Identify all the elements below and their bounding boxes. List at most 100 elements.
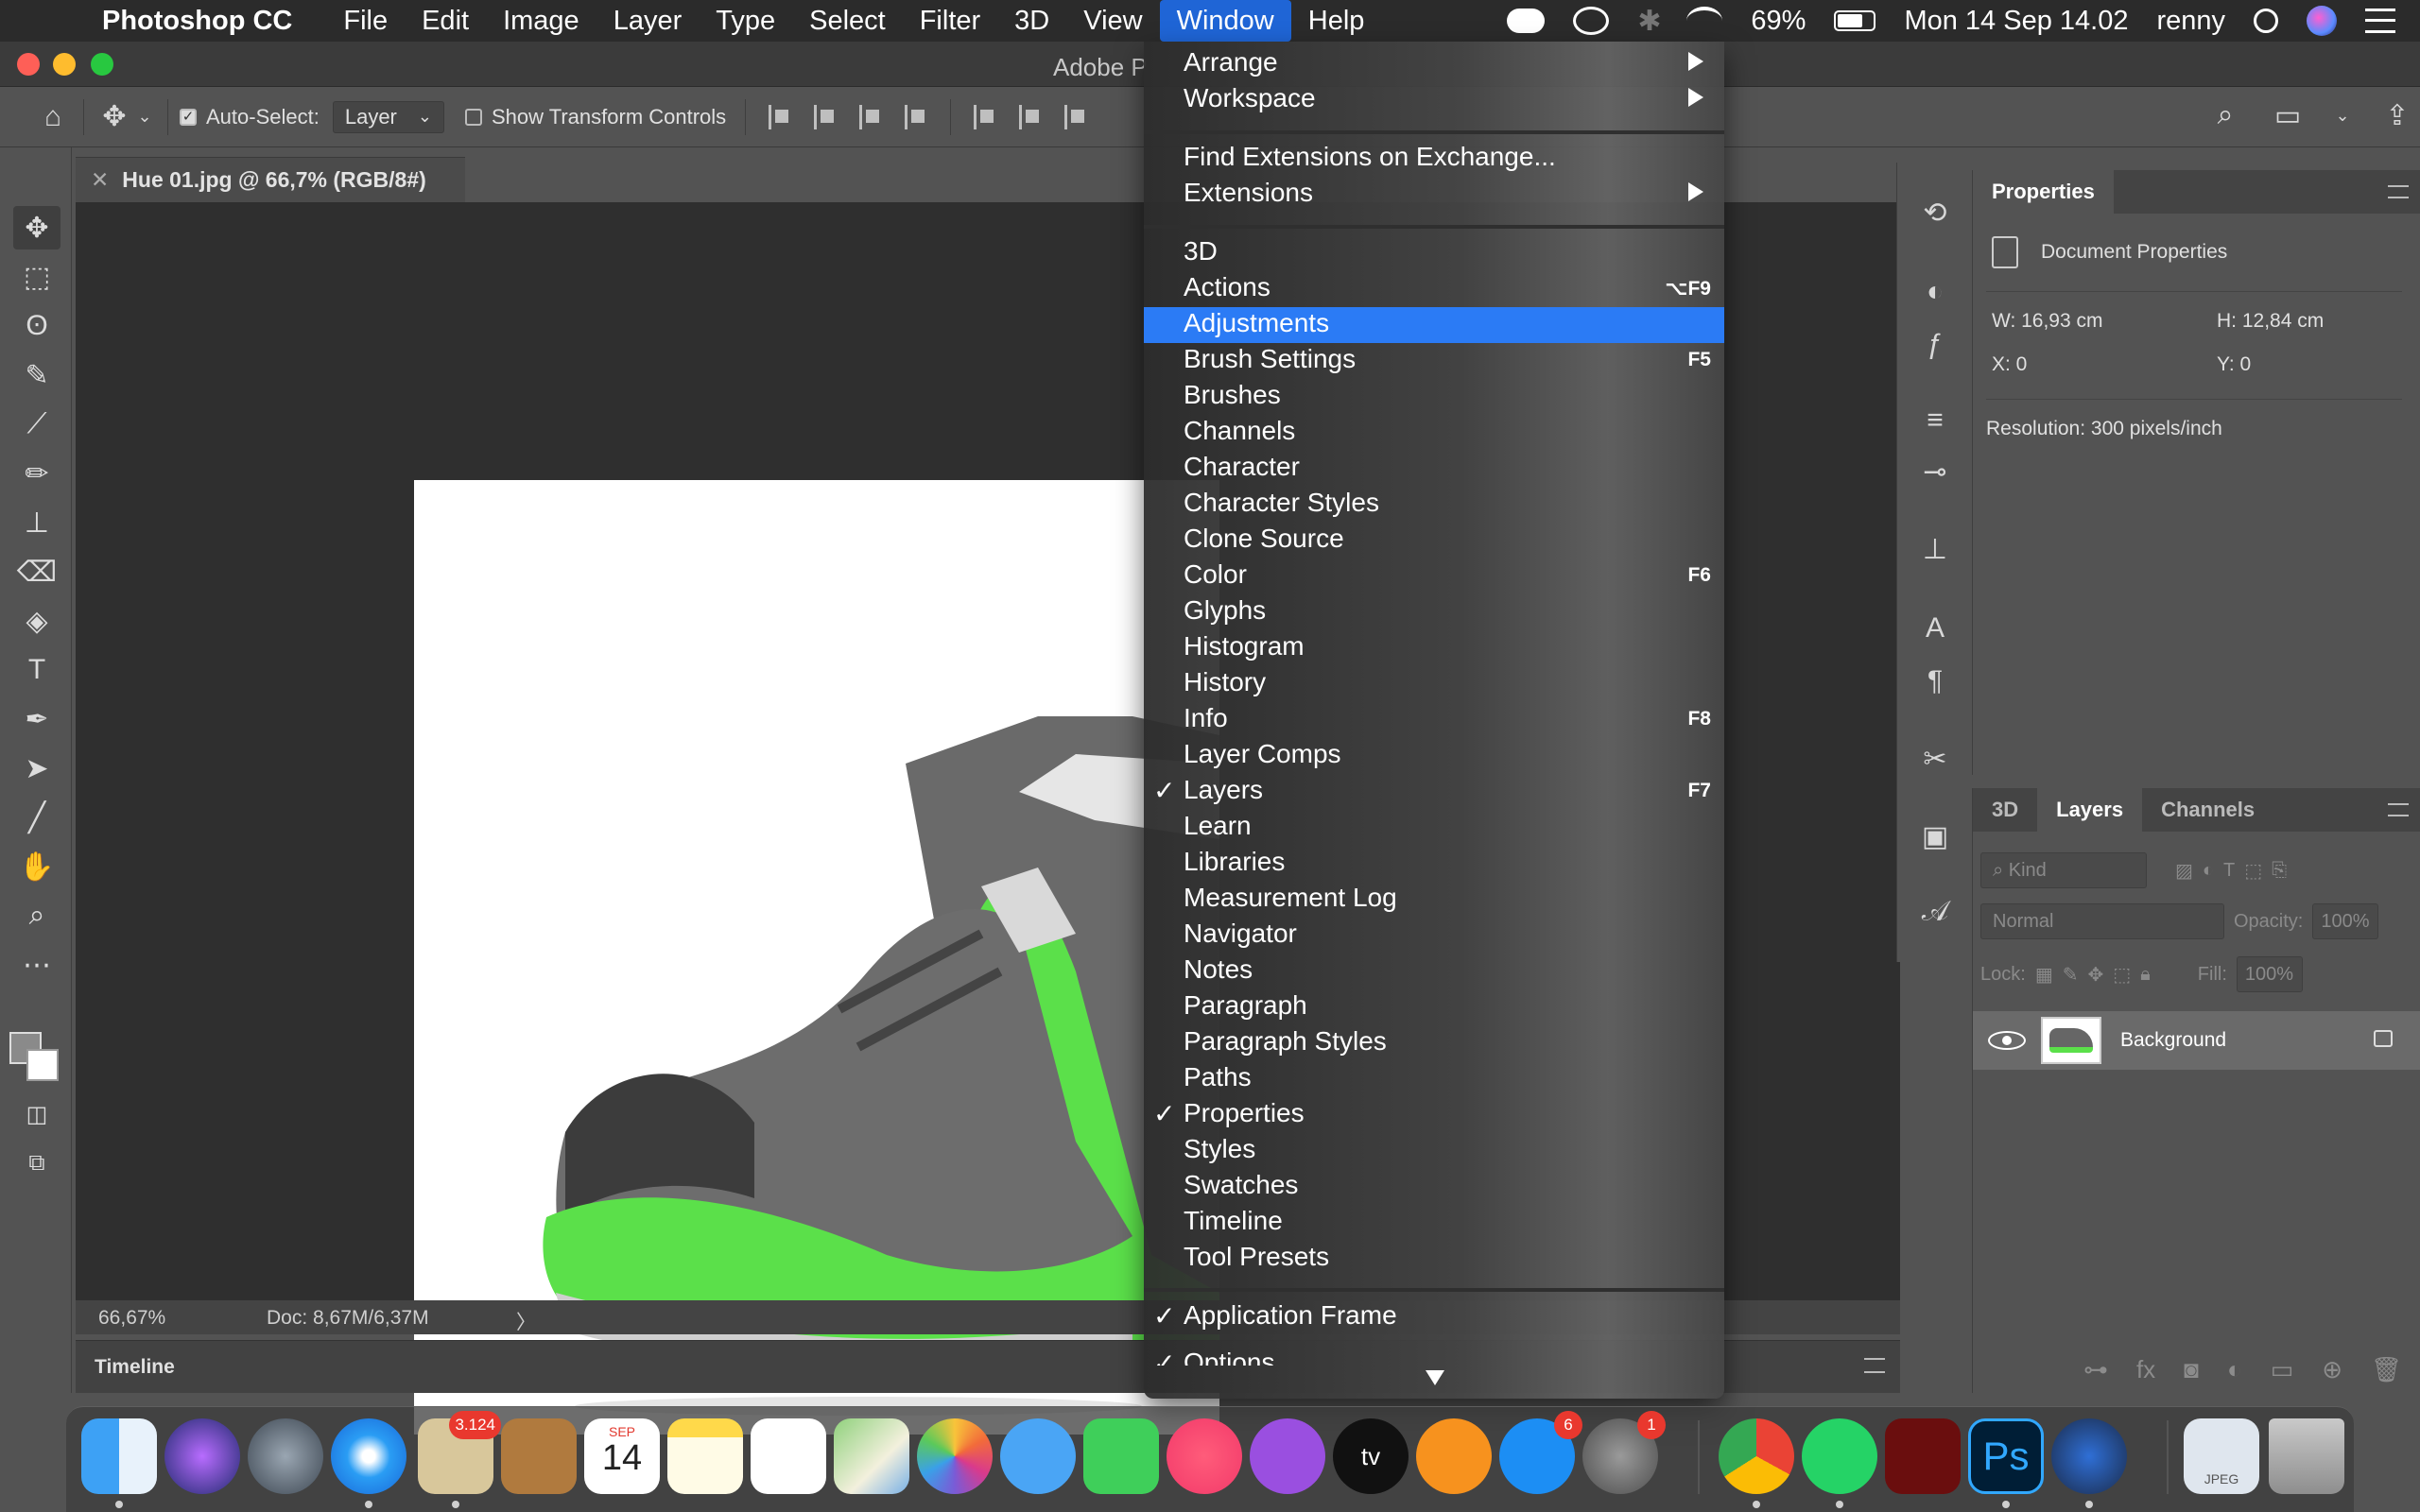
menu-item-clone-source[interactable]: Clone Source — [1144, 523, 1724, 558]
filter-shape-icon[interactable]: ⬚ — [2244, 859, 2262, 883]
trash-icon[interactable] — [2269, 1418, 2344, 1494]
menu-image[interactable]: Image — [486, 0, 596, 42]
menu-item-styles[interactable]: Styles — [1144, 1133, 1724, 1169]
notification-center-icon[interactable] — [2365, 9, 2395, 33]
window-close-button[interactable] — [17, 53, 40, 76]
align-bottom-icon[interactable] — [1064, 104, 1087, 129]
app-menu-photoshop[interactable]: Photoshop CC — [102, 6, 292, 37]
menu-item-histogram[interactable]: Histogram — [1144, 630, 1724, 666]
link-layers-icon[interactable]: ⊶ — [2083, 1355, 2108, 1393]
menu-item-channels[interactable]: Channels — [1144, 415, 1724, 451]
blend-mode-dropdown[interactable]: Normal — [1980, 903, 2224, 939]
launchpad-icon[interactable] — [248, 1418, 323, 1494]
menu-view[interactable]: View — [1066, 0, 1159, 42]
finder-icon[interactable] — [81, 1418, 157, 1494]
character-panel-icon[interactable]: A — [1916, 612, 1954, 650]
workspace-icon[interactable]: ▭ — [2269, 96, 2307, 134]
panel-menu-icon[interactable] — [2388, 803, 2409, 816]
clone-stamp-icon[interactable]: ⊥ — [13, 501, 60, 544]
brush-icon[interactable]: ✏ — [13, 452, 60, 495]
chevron-down-icon[interactable]: ⌄ — [133, 98, 156, 136]
menu-scroll-down-icon[interactable] — [1426, 1370, 1444, 1385]
x-value[interactable]: X: 0 — [1992, 353, 2027, 376]
document-canvas[interactable] — [414, 480, 1219, 1435]
clone-source-panel-icon[interactable]: ⊥ — [1916, 533, 1954, 571]
tab-properties[interactable]: Properties — [1973, 170, 2114, 214]
line-tool-icon[interactable]: ╱ — [13, 796, 60, 839]
search-icon[interactable]: ⌕ — [2206, 96, 2244, 134]
battery-icon[interactable] — [1834, 10, 1876, 31]
menu-item-3d[interactable]: 3D — [1144, 235, 1724, 271]
creative-cloud-sync-icon[interactable] — [1507, 9, 1546, 33]
home-icon[interactable]: ⌂ — [34, 98, 72, 136]
adjustments-panel-icon[interactable]: ◐ — [1916, 276, 1954, 314]
lock-pixels-icon[interactable]: ✎ — [2063, 963, 2079, 987]
menu-item-find-extensions[interactable]: Find Extensions on Exchange... — [1144, 141, 1724, 177]
filter-smart-object-icon[interactable]: ⎘ — [2272, 860, 2287, 882]
close-icon[interactable]: ✕ — [91, 167, 109, 193]
menu-item-character-styles[interactable]: Character Styles — [1144, 487, 1724, 523]
new-group-icon[interactable]: ▭ — [2271, 1355, 2294, 1393]
photoshop-icon[interactable]: Ps — [1968, 1418, 2044, 1494]
filter-type-icon[interactable]: T — [2223, 860, 2235, 882]
background-color-swatch[interactable] — [26, 1049, 59, 1081]
lock-artboard-icon[interactable]: ⬚ — [2113, 963, 2131, 987]
new-adjustment-layer-icon[interactable]: ◐ — [2227, 1355, 2242, 1393]
menu-window[interactable]: Window — [1159, 0, 1291, 42]
align-right-icon[interactable] — [859, 104, 882, 129]
music-icon[interactable] — [1167, 1418, 1242, 1494]
menu-item-adjustments[interactable]: Adjustments — [1144, 307, 1724, 343]
zoom-tool-icon[interactable]: ⌕ — [13, 894, 60, 937]
menu-item-navigator[interactable]: Navigator — [1144, 918, 1724, 954]
menu-item-color[interactable]: Color F6 — [1144, 558, 1724, 594]
filter-adjustment-icon[interactable]: ◐ — [2203, 860, 2214, 882]
screen-mode-icon[interactable]: ⧉ — [13, 1142, 60, 1185]
trash-icon[interactable]: 🗑︎ — [2371, 1355, 2402, 1393]
user-name[interactable]: renny — [2156, 6, 2225, 37]
distribute-vertical-icon[interactable] — [905, 104, 927, 129]
menu-edit[interactable]: Edit — [405, 0, 486, 42]
photos-icon[interactable] — [917, 1418, 993, 1494]
whatsapp-icon[interactable] — [1802, 1418, 1877, 1494]
quick-mask-icon[interactable]: ◫ — [13, 1092, 60, 1136]
podcasts-icon[interactable] — [1250, 1418, 1325, 1494]
bluetooth-icon[interactable]: ✱ — [1637, 5, 1661, 38]
layer-name[interactable]: Background — [2120, 1029, 2226, 1052]
show-transform-controls-checkbox[interactable] — [464, 108, 482, 126]
lock-position-icon[interactable]: ✥ — [2087, 963, 2103, 987]
add-mask-icon[interactable]: ◙ — [2184, 1355, 2199, 1393]
menu-item-brushes[interactable]: Brushes — [1144, 379, 1724, 415]
rectangular-marquee-icon[interactable]: ⬚ — [13, 255, 60, 299]
menu-item-info[interactable]: Info F8 — [1144, 702, 1724, 738]
system-preferences-icon[interactable]: 1 — [1582, 1411, 1666, 1494]
menu-item-timeline[interactable]: Timeline — [1144, 1205, 1724, 1241]
menu-help[interactable]: Help — [1291, 0, 1382, 42]
menu-layer[interactable]: Layer — [596, 0, 700, 42]
messages-icon[interactable] — [1000, 1418, 1076, 1494]
status-expand-icon[interactable]: 〉 — [516, 1307, 536, 1335]
auto-select-dropdown[interactable]: Layer ⌄ — [332, 100, 444, 133]
eyedropper-icon[interactable]: ⟋ — [13, 403, 60, 446]
books-icon[interactable] — [1416, 1418, 1492, 1494]
lock-transparent-icon[interactable]: ▦ — [2035, 963, 2053, 987]
fill-field[interactable]: 100% — [2236, 956, 2303, 992]
menu-type[interactable]: Type — [699, 0, 792, 42]
reminders-icon[interactable] — [751, 1418, 826, 1494]
quick-selection-icon[interactable]: ✎ — [13, 353, 60, 397]
y-value[interactable]: Y: 0 — [2217, 353, 2251, 376]
tool-presets-panel-icon[interactable]: ✂ — [1916, 743, 1954, 781]
clock[interactable]: Mon 14 Sep 14.02 — [1904, 6, 2128, 37]
height-value[interactable]: H: 12,84 cm — [2217, 310, 2324, 333]
document-size-info[interactable]: Doc: 8,67M/6,37M — [267, 1307, 429, 1330]
new-layer-icon[interactable]: ⊕ — [2322, 1355, 2342, 1393]
lock-all-icon[interactable]: 🔒︎ — [2140, 964, 2151, 986]
menu-item-tool-presets[interactable]: Tool Presets — [1144, 1241, 1724, 1277]
menu-item-extensions[interactable]: Extensions — [1144, 177, 1724, 213]
quicktime-icon[interactable] — [2051, 1418, 2127, 1494]
apple-tv-icon[interactable]: tv — [1333, 1418, 1409, 1494]
zoom-level[interactable]: 66,67% — [98, 1307, 165, 1330]
align-left-icon[interactable] — [769, 104, 791, 129]
menu-item-swatches[interactable]: Swatches — [1144, 1169, 1724, 1205]
siri-icon[interactable] — [164, 1418, 240, 1494]
history-panel-icon[interactable]: ⟲ — [1916, 197, 1954, 234]
